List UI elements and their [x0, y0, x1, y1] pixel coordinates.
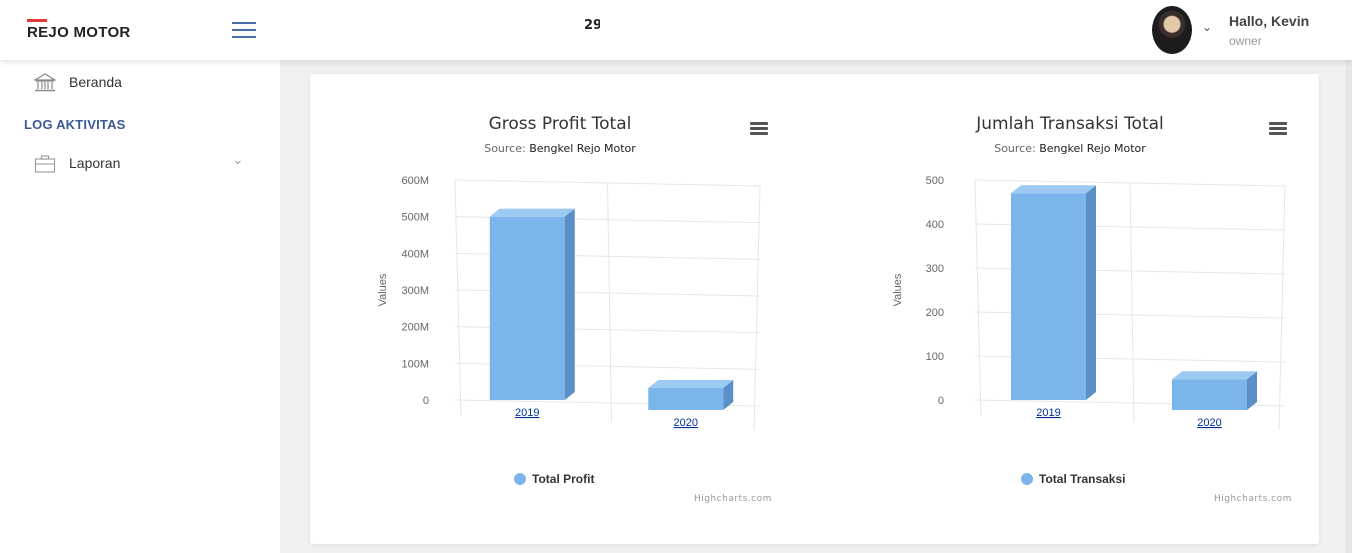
chart-credits[interactable]: Highcharts.com [1214, 494, 1292, 504]
bank-icon [34, 73, 56, 92]
chart-source: Bengkel Rejo Motor [529, 142, 636, 155]
sidebar-item-label: Laporan [69, 155, 121, 171]
axis-frame-right [1278, 185, 1286, 431]
y-tick-label: 0 [938, 395, 944, 407]
y-axis-label: Values [377, 273, 389, 306]
axis-frame-mid [607, 182, 612, 423]
briefcase-icon [34, 155, 56, 173]
sidebar-item-label: Beranda [69, 74, 122, 90]
sidebar-toggle-menu-icon[interactable] [232, 22, 256, 38]
avatar[interactable] [1152, 6, 1192, 54]
chart-title: Jumlah Transaksi Total [976, 114, 1164, 134]
chart-source-label: Source: [994, 142, 1036, 155]
y-tick-label: 400M [401, 248, 429, 260]
legend-item-total-transaksi[interactable]: Total Transaksi [1021, 472, 1125, 486]
section-title-log-aktivitas: LOG AKTIVITAS [24, 117, 126, 132]
legend-item-total-profit[interactable]: Total Profit [514, 472, 594, 486]
y-tick-label: 500M [401, 212, 429, 224]
logo-accent-bar [27, 19, 47, 22]
y-tick-label: 0 [423, 395, 429, 407]
sidebar-item-laporan[interactable]: Laporan ⌄ [0, 145, 280, 181]
y-tick-label: 600M [401, 175, 429, 187]
scroll-gutter [1346, 60, 1352, 553]
gross-profit-chart: Gross Profit Total Source: Bengkel Rejo … [320, 74, 800, 514]
bar-top-2019 [1011, 185, 1096, 194]
y-tick-label: 200M [401, 322, 429, 334]
jumlah-transaksi-plot: 0 100 200 300 400 500 Values 2019 2020 [892, 175, 1286, 431]
dashboard-card: Gross Profit Total Source: Bengkel Rejo … [310, 74, 1319, 544]
bar-2020 [1172, 379, 1247, 410]
jumlah-transaksi-chart: Jumlah Transaksi Total Source: Bengkel R… [830, 74, 1310, 514]
chart-source: Bengkel Rejo Motor [1039, 142, 1146, 155]
axis-frame-left [454, 179, 462, 417]
y-tick-label: 200 [926, 307, 944, 319]
bar-side-2019 [564, 208, 575, 400]
axis-frame-left [974, 179, 982, 417]
x-tick-label: 2020 [674, 417, 698, 429]
axis-frame-mid [1129, 182, 1135, 423]
y-axis-label: Values [892, 273, 904, 306]
chevron-down-icon: ⌄ [232, 152, 244, 168]
legend-marker [1021, 473, 1033, 485]
y-tick-label: 100 [926, 351, 944, 363]
bar-2020 [648, 388, 724, 410]
chart-context-menu-icon[interactable] [1269, 122, 1287, 136]
x-tick-label: 2019 [515, 407, 539, 419]
y-tick-label: 100M [401, 358, 429, 370]
y-tick-label: 300M [401, 285, 429, 297]
chart-context-menu-icon[interactable] [750, 122, 768, 136]
bar-side-2019 [1086, 185, 1096, 400]
legend-label: Total Profit [532, 472, 595, 486]
top-navbar: REJO MOTOR 29 ⌄ Hallo, Kevin owner [0, 0, 1352, 60]
user-role: owner [1229, 34, 1262, 48]
y-tick-label: 300 [926, 263, 944, 275]
sidebar-item-beranda[interactable]: Beranda [0, 64, 280, 100]
user-greeting[interactable]: Hallo, Kevin [1229, 13, 1309, 29]
gross-profit-plot: 0 100M 200M 300M 400M 500M 600M Values 2019 2020 [377, 175, 761, 431]
y-tick-label: 400 [926, 219, 944, 231]
legend-label: Total Transaksi [1039, 472, 1126, 486]
chart-source-label: Source: [484, 142, 526, 155]
legend-marker [514, 473, 526, 485]
x-tick-label: 2019 [1036, 407, 1060, 419]
bar-top-2019 [489, 208, 575, 217]
bar-top-2020 [648, 380, 734, 388]
chart-credits[interactable]: Highcharts.com [694, 494, 772, 504]
chart-subtitle: Source: Bengkel Rejo Motor [320, 142, 800, 155]
bar-2019 [489, 216, 565, 400]
chart-title: Gross Profit Total [488, 114, 632, 134]
bar-top-2020 [1172, 371, 1257, 380]
chevron-down-icon[interactable]: ⌄ [1202, 20, 1212, 34]
bar-2019 [1011, 193, 1086, 400]
chart-subtitle: Source: Bengkel Rejo Motor [830, 142, 1310, 155]
sidebar: Beranda LOG AKTIVITAS Laporan ⌄ [0, 60, 280, 553]
x-tick-label: 2020 [1197, 417, 1221, 429]
navbar-center-text: 29 [584, 18, 600, 33]
brand-name: REJO MOTOR [27, 24, 131, 41]
y-tick-label: 500 [926, 175, 944, 187]
